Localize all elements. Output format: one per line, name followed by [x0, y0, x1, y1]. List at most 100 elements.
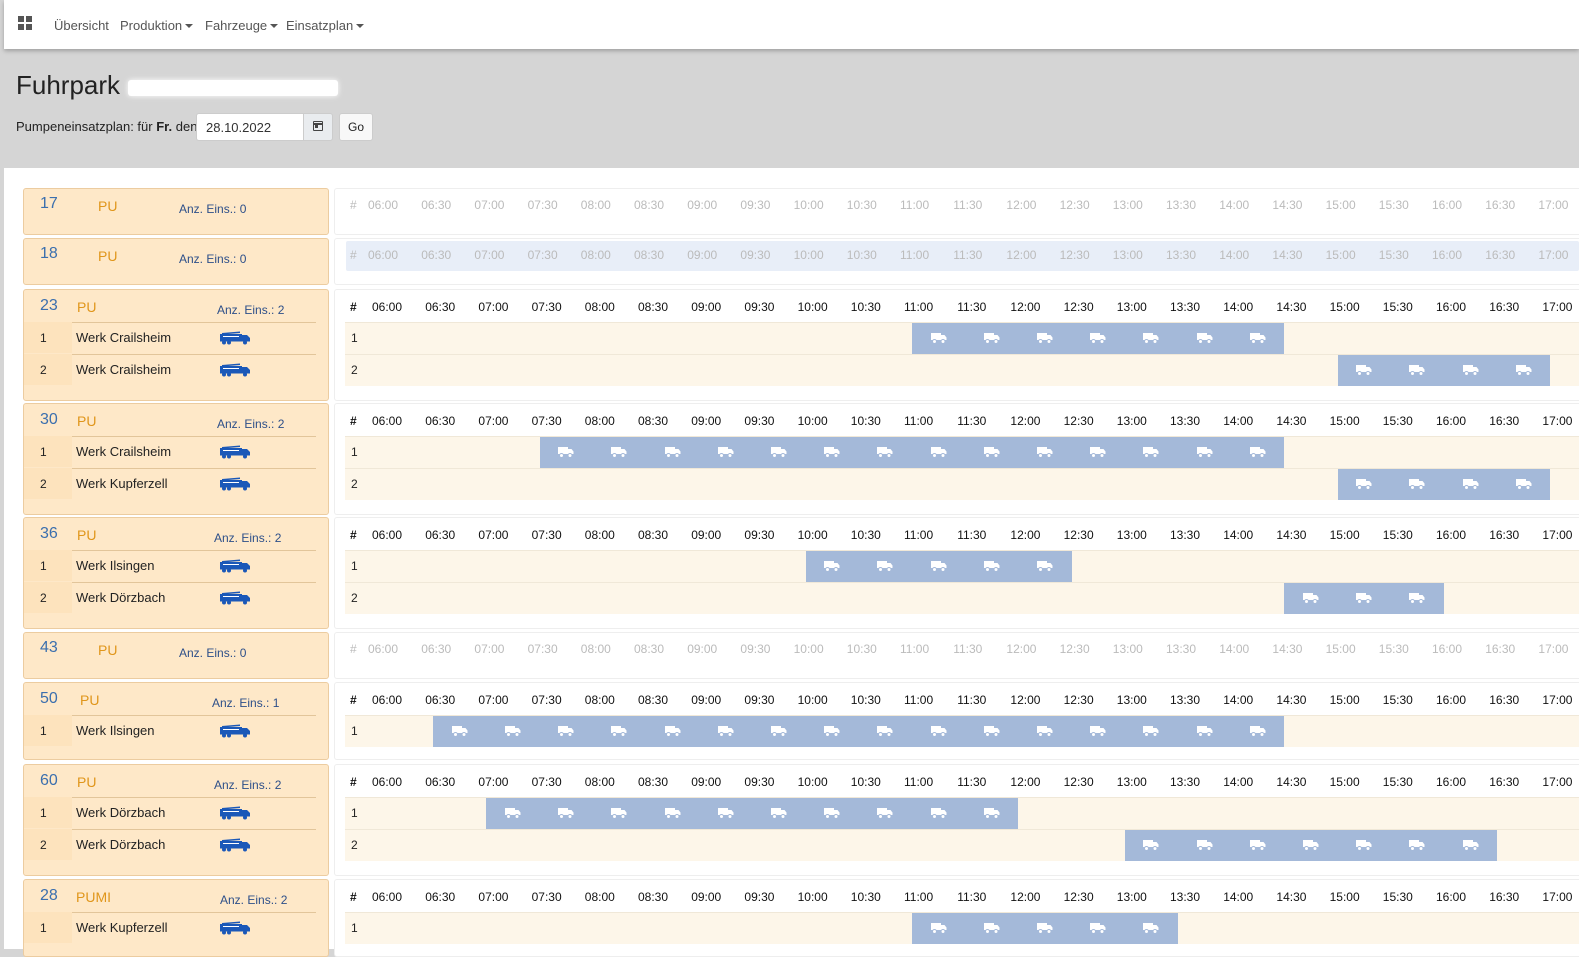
truck-icon: [664, 808, 681, 819]
time-label: 16:30: [1485, 198, 1516, 212]
calendar-button[interactable]: [303, 113, 333, 141]
concrete-pump-truck-icon: [220, 363, 250, 377]
time-label: 15:30: [1382, 528, 1413, 542]
vehicle-type: PU: [77, 774, 97, 790]
truck-icon: [877, 447, 893, 458]
schedule-row: 1: [345, 550, 1579, 582]
time-label: 13:00: [1116, 693, 1147, 707]
assignment-bar[interactable]: [1124, 830, 1498, 861]
assignment-bar[interactable]: [1337, 355, 1551, 386]
time-label: 06:00: [372, 300, 403, 314]
assignment-bar[interactable]: [805, 551, 1072, 582]
vehicle-count: Anz. Eins.: 0: [179, 252, 247, 266]
nav-item-label: Produktion: [120, 18, 183, 33]
job-number: 2: [24, 582, 72, 613]
vehicle-number: 23: [40, 297, 58, 314]
job-separator: [72, 436, 316, 437]
truck-icon: [1462, 840, 1479, 851]
assignment-bar[interactable]: [539, 437, 1285, 468]
time-label: 09:30: [744, 414, 775, 428]
vehicle-type: PU: [80, 692, 100, 708]
row-number: 1: [351, 331, 358, 345]
truck-icon: [1196, 726, 1213, 737]
truck-icon: [930, 561, 947, 572]
assignment-bar[interactable]: [1337, 469, 1551, 500]
truck-icon: [1037, 333, 1053, 344]
nav-item-fahrzeuge[interactable]: Fahrzeuge: [205, 18, 279, 33]
time-label: 12:30: [1059, 248, 1090, 262]
assignment-bar[interactable]: [912, 913, 1178, 944]
calendar-icon: [313, 121, 323, 131]
vehicle-type: PU: [98, 642, 118, 658]
time-label: 16:00: [1436, 693, 1467, 707]
job-number: 1: [24, 436, 72, 467]
time-label: 07:00: [478, 890, 509, 904]
time-label: 12:00: [1010, 300, 1041, 314]
time-label: 09:30: [744, 775, 775, 789]
vehicle-schedule: #06:00 06:30 07:00 07:30 08:00 08:30 09:00 09:3…: [334, 238, 1579, 285]
time-label: 14:00: [1219, 198, 1250, 212]
date-label-day: Fr.: [156, 119, 173, 134]
time-label: 10:00: [793, 642, 824, 656]
time-label: 16:00: [1432, 248, 1463, 262]
truck-icon: [1090, 333, 1106, 344]
time-label: 13:30: [1166, 642, 1197, 656]
job-label: Werk Crailsheim: [76, 444, 172, 459]
truck-icon: [1356, 365, 1372, 376]
vehicle-type: PU: [98, 248, 118, 264]
truck-icon: [1143, 840, 1159, 851]
truck-icon: [1409, 593, 1425, 604]
time-label: 11:30: [957, 693, 987, 707]
truck-icon: [930, 923, 947, 934]
truck-icon: [824, 561, 840, 572]
truck-icon: [1356, 593, 1372, 604]
assignment-bar[interactable]: [486, 798, 1019, 829]
time-label: 16:00: [1436, 890, 1467, 904]
job-label: Werk Ilsingen: [76, 723, 155, 738]
time-label: 09:00: [691, 890, 722, 904]
time-label: 06:30: [421, 642, 452, 656]
job-label: Werk Kupferzell: [76, 920, 168, 935]
grid-icon[interactable]: [18, 16, 33, 31]
assignment-bar[interactable]: [433, 716, 1285, 747]
time-label: 14:00: [1219, 248, 1250, 262]
row-number: 2: [351, 477, 358, 491]
time-label: 14:00: [1219, 642, 1250, 656]
time-label: 13:00: [1112, 642, 1143, 656]
time-label: 08:30: [638, 693, 669, 707]
time-label: 09:00: [691, 775, 722, 789]
assignment-bar[interactable]: [912, 323, 1285, 354]
truck-icon: [1090, 447, 1106, 458]
date-label-prefix: Pumpeneinsatzplan: für: [16, 119, 153, 134]
job-separator: [72, 582, 316, 583]
truck-icon: [930, 726, 947, 737]
nav-item-produktion[interactable]: Produktion: [120, 18, 194, 33]
vehicle-schedule: #06:00 06:30 07:00 07:30 08:00 08:30 09:00 09:3…: [334, 289, 1579, 401]
time-label: 16:00: [1436, 528, 1467, 542]
date-input[interactable]: [196, 113, 303, 141]
time-label: 14:00: [1223, 414, 1254, 428]
time-label: 16:30: [1489, 693, 1520, 707]
vehicle-schedule: #06:00 06:30 07:00 07:30 08:00 08:30 09:00 09:3…: [334, 879, 1579, 957]
time-label: 10:00: [797, 890, 828, 904]
assignment-bar[interactable]: [1284, 583, 1444, 614]
nav-item-uebersicht[interactable]: Übersicht: [54, 18, 109, 33]
time-label: 07:30: [527, 248, 558, 262]
nav-item-einsatzplan[interactable]: Einsatzplan: [286, 18, 365, 33]
time-label: 16:00: [1436, 300, 1467, 314]
go-button[interactable]: Go: [339, 113, 373, 141]
time-label: 12:00: [1006, 198, 1037, 212]
time-label: 16:30: [1485, 642, 1516, 656]
time-label: 08:00: [580, 198, 611, 212]
vehicle-schedule: #06:00 06:30 07:00 07:30 08:00 08:30 09:00 09:3…: [334, 682, 1579, 760]
time-label: 08:30: [638, 528, 669, 542]
truck-icon: [664, 726, 681, 737]
time-label: 12:00: [1010, 693, 1041, 707]
time-label: 07:30: [531, 414, 562, 428]
truck-icon: [611, 726, 627, 737]
truck-icon: [1409, 479, 1425, 490]
vehicle-card: 28 PUMI Anz. Eins.: 2 1 Werk Kupferzell: [23, 879, 329, 957]
job-separator: [72, 912, 316, 913]
vehicle-number: 43: [40, 639, 58, 656]
job-label: Werk Kupferzell: [76, 476, 168, 491]
